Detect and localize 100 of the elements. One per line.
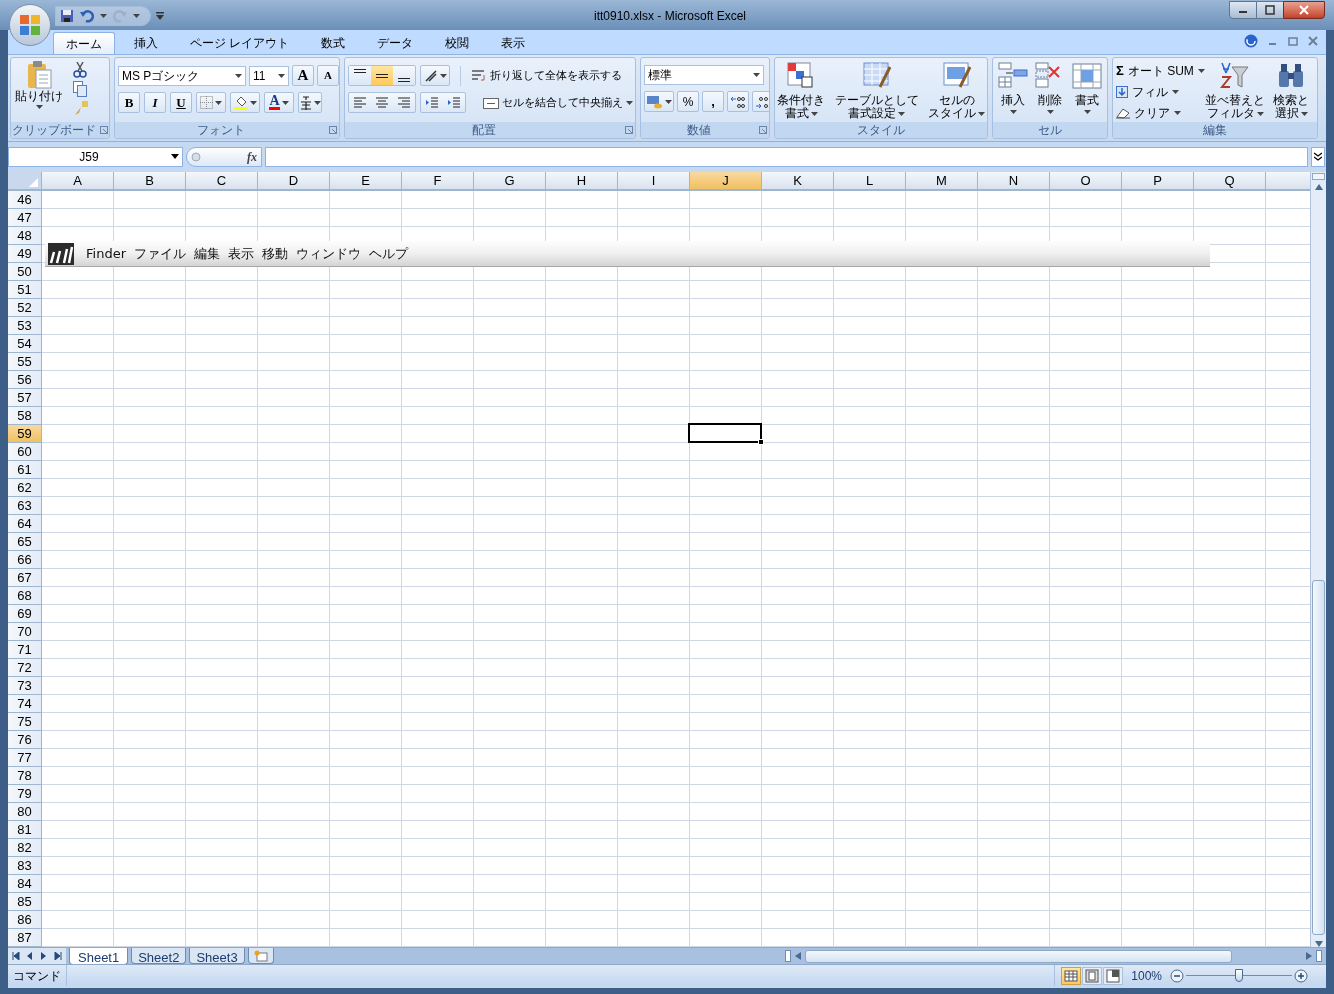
menu-item[interactable]: ファイル bbox=[134, 243, 186, 264]
bold-button[interactable]: B bbox=[118, 92, 140, 113]
column-header[interactable]: C bbox=[186, 172, 258, 189]
expand-formula-button[interactable] bbox=[1311, 146, 1325, 167]
row-header[interactable]: 59 bbox=[8, 425, 42, 443]
paste-button[interactable]: 貼り付け bbox=[14, 60, 64, 122]
zoom-in-button[interactable] bbox=[1294, 968, 1308, 983]
row-header[interactable]: 54 bbox=[8, 335, 42, 353]
dialog-launcher-icon[interactable] bbox=[759, 126, 767, 134]
column-header[interactable]: Q bbox=[1194, 172, 1266, 189]
italic-button[interactable]: I bbox=[144, 92, 166, 113]
column-header[interactable]: A bbox=[42, 172, 114, 189]
sort-filter-button[interactable]: 並べ替えと フィルタ bbox=[1205, 60, 1265, 122]
align-middle-button[interactable] bbox=[371, 66, 393, 85]
row-header[interactable]: 84 bbox=[8, 875, 42, 893]
customize-caret-icon[interactable] bbox=[156, 12, 164, 20]
find-select-button[interactable]: 検索と 選択 bbox=[1268, 60, 1314, 122]
row-header[interactable]: 79 bbox=[8, 785, 42, 803]
cell-styles-button[interactable]: セルの スタイル bbox=[928, 60, 985, 122]
row-header[interactable]: 58 bbox=[8, 407, 42, 425]
row-header[interactable]: 48 bbox=[8, 227, 42, 245]
minimize-button[interactable] bbox=[1229, 1, 1257, 19]
phonetic-button[interactable] bbox=[298, 92, 322, 113]
merge-center-button[interactable]: セルを結合して中央揃え bbox=[483, 92, 633, 113]
column-header[interactable]: L bbox=[834, 172, 906, 189]
last-sheet-icon[interactable] bbox=[54, 952, 62, 960]
sheet-tab[interactable]: Sheet2 bbox=[131, 948, 187, 964]
row-header[interactable]: 62 bbox=[8, 479, 42, 497]
row-header[interactable]: 51 bbox=[8, 281, 42, 299]
help-icon[interactable] bbox=[1244, 34, 1258, 48]
row-header[interactable]: 81 bbox=[8, 821, 42, 839]
row-header[interactable]: 71 bbox=[8, 641, 42, 659]
row-header[interactable]: 72 bbox=[8, 659, 42, 677]
ribbon-tab[interactable]: ホーム bbox=[53, 32, 115, 54]
formula-input[interactable] bbox=[265, 146, 1308, 167]
row-header[interactable]: 46 bbox=[8, 191, 42, 209]
row-header[interactable]: 53 bbox=[8, 317, 42, 335]
scroll-up-icon[interactable] bbox=[1314, 184, 1323, 190]
close-button[interactable] bbox=[1283, 1, 1325, 19]
menu-item[interactable]: 表示 bbox=[228, 243, 254, 264]
undo-icon[interactable] bbox=[80, 9, 94, 23]
zoom-out-button[interactable] bbox=[1170, 968, 1184, 983]
view-button[interactable] bbox=[1061, 966, 1082, 985]
select-all-corner[interactable] bbox=[8, 172, 42, 189]
currency-button[interactable] bbox=[644, 91, 674, 112]
menu-item[interactable]: 移動 bbox=[262, 243, 288, 264]
menu-item[interactable]: ヘルプ bbox=[369, 243, 408, 264]
dialog-launcher-icon[interactable] bbox=[329, 126, 337, 134]
first-sheet-icon[interactable] bbox=[12, 952, 20, 960]
align-bottom-button[interactable] bbox=[393, 66, 415, 85]
grow-font-button[interactable]: A bbox=[292, 65, 314, 86]
row-header[interactable]: 67 bbox=[8, 569, 42, 587]
ribbon-tab[interactable]: 表示 bbox=[488, 32, 539, 54]
row-header[interactable]: 52 bbox=[8, 299, 42, 317]
row-header[interactable]: 75 bbox=[8, 713, 42, 731]
column-header[interactable]: F bbox=[402, 172, 474, 189]
dialog-launcher-icon[interactable] bbox=[100, 126, 108, 134]
ribbon-tab[interactable]: 校閲 bbox=[432, 32, 483, 54]
column-header[interactable]: D bbox=[258, 172, 330, 189]
underline-button[interactable]: U bbox=[170, 92, 192, 113]
row-header[interactable]: 78 bbox=[8, 767, 42, 785]
dialog-launcher-icon[interactable] bbox=[625, 126, 633, 134]
delete-button[interactable]: 削除 bbox=[1033, 60, 1067, 122]
font-size-dropdown[interactable]: 11 bbox=[249, 65, 289, 86]
name-box[interactable]: J59 bbox=[8, 146, 183, 167]
split-handle[interactable] bbox=[1316, 950, 1322, 962]
insert-function-button[interactable]: fx bbox=[186, 146, 262, 167]
previous-sheet-icon[interactable] bbox=[26, 952, 34, 960]
column-header[interactable]: M bbox=[906, 172, 978, 189]
zoom-slider-thumb[interactable] bbox=[1235, 968, 1243, 982]
copy-icon[interactable] bbox=[73, 81, 87, 97]
row-header[interactable]: 82 bbox=[8, 839, 42, 857]
menu-item[interactable]: ウィンドウ bbox=[296, 243, 361, 264]
row-header[interactable]: 85 bbox=[8, 893, 42, 911]
fill-button[interactable]: フィル bbox=[1116, 82, 1202, 102]
clear-button[interactable]: クリア bbox=[1116, 103, 1202, 122]
row-header[interactable]: 60 bbox=[8, 443, 42, 461]
sheet-tab[interactable]: Sheet1 bbox=[69, 947, 129, 965]
column-header[interactable]: K bbox=[762, 172, 834, 189]
row-header[interactable]: 66 bbox=[8, 551, 42, 569]
close-icon[interactable] bbox=[1308, 36, 1318, 46]
ribbon-tab[interactable]: 挿入 bbox=[121, 32, 171, 54]
vertical-scrollbar[interactable] bbox=[1310, 172, 1326, 947]
column-header[interactable]: G bbox=[474, 172, 546, 189]
scroll-thumb[interactable] bbox=[1312, 580, 1325, 935]
autosum-button[interactable]: Σ オート SUM bbox=[1116, 61, 1202, 81]
row-header[interactable]: 49 bbox=[8, 245, 42, 263]
menu-item[interactable]: 編集 bbox=[194, 243, 220, 264]
sheet-tab[interactable]: Sheet3 bbox=[189, 948, 245, 964]
view-button[interactable] bbox=[1103, 966, 1124, 985]
row-header[interactable]: 47 bbox=[8, 209, 42, 227]
row-header[interactable]: 77 bbox=[8, 749, 42, 767]
font-color-button[interactable]: A bbox=[264, 92, 294, 113]
column-header[interactable]: B bbox=[114, 172, 186, 189]
decrease-decimal-button[interactable] bbox=[752, 91, 769, 112]
row-header[interactable]: 55 bbox=[8, 353, 42, 371]
restore-icon[interactable] bbox=[1288, 36, 1298, 46]
menu-item[interactable]: Finder bbox=[86, 243, 126, 264]
row-header[interactable]: 74 bbox=[8, 695, 42, 713]
active-cell[interactable] bbox=[688, 423, 762, 443]
